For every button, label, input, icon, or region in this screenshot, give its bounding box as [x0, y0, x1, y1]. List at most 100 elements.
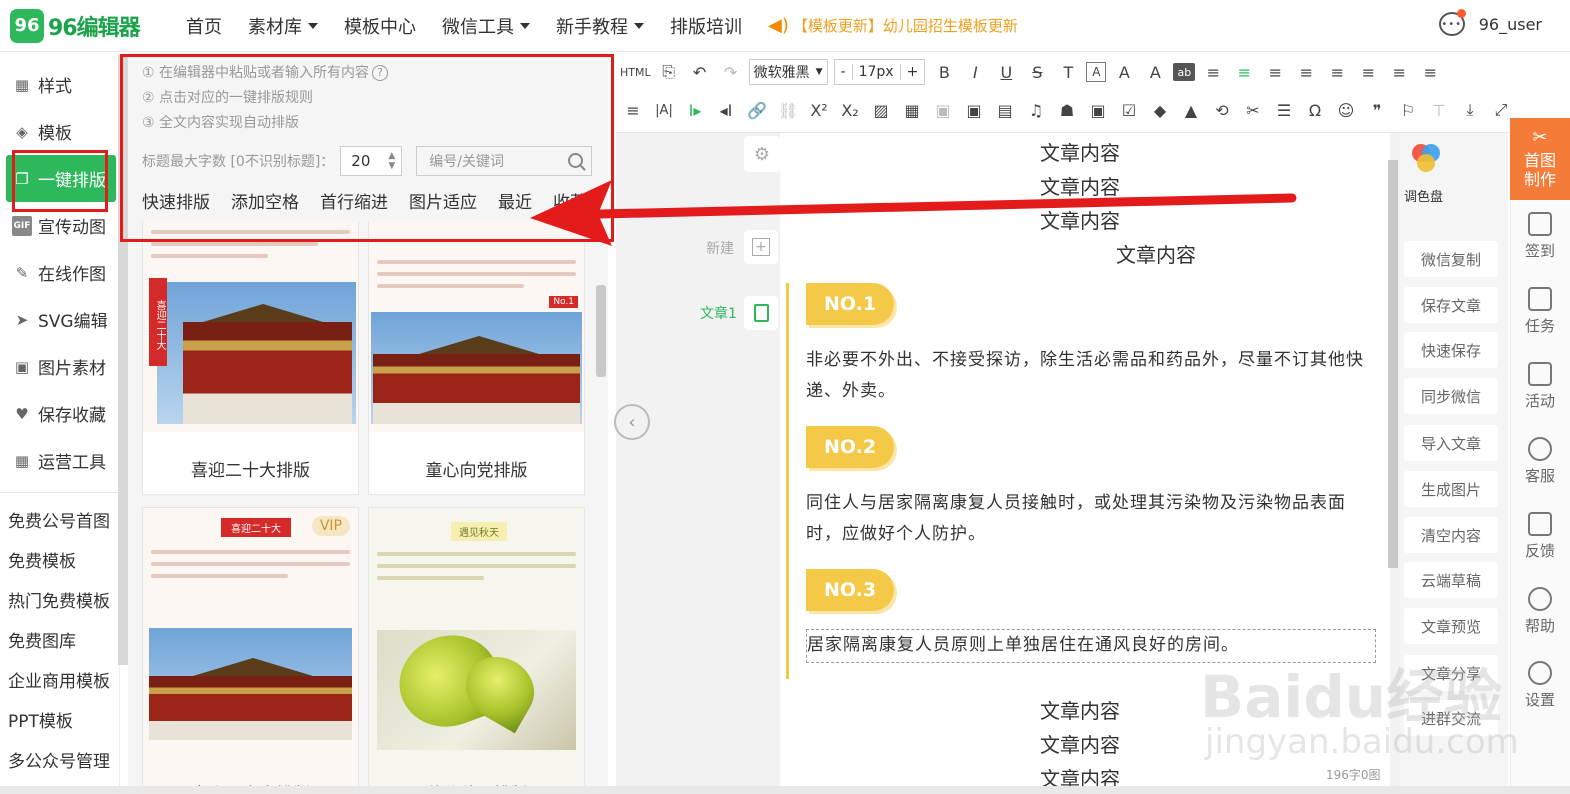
clear-format-icon[interactable]: ✂	[1240, 96, 1266, 124]
collapse-panel-button[interactable]: ‹	[614, 404, 650, 440]
task-button[interactable]: 任务	[1510, 287, 1570, 336]
user-menu[interactable]: ••• 96_user	[1438, 9, 1542, 36]
new-article-button[interactable]: +	[744, 230, 778, 264]
checkin-button[interactable]: 签到	[1510, 212, 1570, 261]
indent-out-icon[interactable]: ◂I	[713, 96, 739, 124]
subscript-icon[interactable]: X₂	[837, 96, 863, 124]
sidebar-item-templates[interactable]: ◈ 模板	[0, 108, 119, 155]
activity-button[interactable]: 活动	[1510, 362, 1570, 411]
font-size-stepper[interactable]: - 17px +	[833, 59, 926, 85]
format-painter-icon[interactable]: ▲	[1178, 96, 1204, 124]
sidebar-item-favorites[interactable]: ♥ 保存收藏	[0, 390, 119, 437]
tab-favorites[interactable]: 收藏	[553, 188, 587, 213]
generate-image-button[interactable]: 生成图片	[1404, 471, 1498, 507]
help-button[interactable]: 帮助	[1510, 587, 1570, 636]
sidebar-item-styles[interactable]: ▦ 样式	[0, 61, 119, 108]
nav-tutorial[interactable]: 新手教程	[556, 13, 644, 39]
paste-icon[interactable]: ⎘	[656, 58, 682, 86]
sidebar-link-hot-templates[interactable]: 热门免费模板	[0, 579, 119, 619]
template-card[interactable]: 喜迎二十大 喜迎二十大排版	[142, 221, 359, 495]
article-preview-button[interactable]: 文章预览	[1404, 608, 1498, 644]
align-justify-icon[interactable]: ≡	[1293, 58, 1319, 86]
tab-image-fit[interactable]: 图片适应	[409, 188, 477, 213]
sidebar-item-ops-tools[interactable]: ▦ 运营工具	[0, 437, 119, 484]
font-color-icon[interactable]: A	[1111, 58, 1137, 86]
image-icon[interactable]: ▣	[961, 96, 987, 124]
sidebar-link-business-templates[interactable]: 企业商用模板	[0, 659, 119, 699]
special-char-icon[interactable]: Ω	[1302, 96, 1328, 124]
search-icon[interactable]	[568, 153, 584, 168]
stepper-arrows-icon[interactable]: ▲ ▼	[388, 151, 395, 171]
sidebar-link-ppt[interactable]: PPT模板	[0, 699, 119, 739]
line-height-icon[interactable]: ≡	[1355, 58, 1381, 86]
bottom-scrollbar[interactable]	[0, 786, 1570, 794]
flag-icon[interactable]: ⚐	[1395, 96, 1421, 124]
indent-in-icon[interactable]: I▸	[682, 96, 708, 124]
video-icon[interactable]: ▤	[992, 96, 1018, 124]
eraser-icon[interactable]: ◆	[1147, 96, 1173, 124]
feedback-button[interactable]: 反馈	[1510, 512, 1570, 561]
link-icon[interactable]: 🔗	[744, 96, 770, 124]
superscript-icon[interactable]: X²	[806, 96, 832, 124]
logo[interactable]: 96 96编辑器	[10, 8, 160, 43]
cover-maker-button[interactable]: ✂ 首图 制作	[1510, 118, 1570, 200]
tab-first-indent[interactable]: 首行缩进	[320, 188, 388, 213]
paragraph-spacing-icon[interactable]: ≡	[1386, 58, 1412, 86]
settings-button[interactable]: 设置	[1510, 661, 1570, 710]
font-family-select[interactable]: 微软雅黑 ▼	[748, 59, 828, 85]
quote-icon[interactable]: ❞	[1364, 96, 1390, 124]
sidebar-link-free-gallery[interactable]: 免费图库	[0, 619, 119, 659]
save-article-button[interactable]: 保存文章	[1404, 287, 1498, 323]
italic-icon[interactable]: I	[962, 58, 988, 86]
editor-scrollbar[interactable]	[1388, 160, 1398, 568]
increase-icon[interactable]: +	[899, 64, 925, 80]
ordered-list-icon[interactable]: ≡	[620, 96, 646, 124]
redo-icon[interactable]: ↷	[718, 58, 744, 86]
wechat-copy-button[interactable]: 微信复制	[1404, 241, 1498, 277]
emoji-icon[interactable]: ☺	[1333, 96, 1359, 124]
palette-label[interactable]: 调色盘	[1404, 186, 1443, 205]
template-card[interactable]: 喜迎二十大 VIP 喜迎二十大排版	[142, 507, 359, 794]
template-card[interactable]: 遇见秋天 秋分秋天排版	[368, 507, 585, 794]
announcement[interactable]: ◀) 【模板更新】幼儿园招生模板更新	[768, 15, 1018, 36]
quick-save-button[interactable]: 快速保存	[1404, 332, 1498, 368]
tab-quick-layout[interactable]: 快速排版	[142, 188, 210, 213]
to-top-icon[interactable]: ⊤	[1426, 96, 1452, 124]
palette-icon[interactable]	[1406, 140, 1444, 180]
image-placeholder-icon[interactable]: ▣	[930, 96, 956, 124]
background-icon[interactable]: ▨	[868, 96, 894, 124]
letter-spacing-icon[interactable]: |A|	[651, 96, 677, 124]
import-article-button[interactable]: 导入文章	[1404, 425, 1498, 461]
article-label[interactable]: 文章1	[700, 303, 737, 323]
table-icon[interactable]: ▦	[899, 96, 925, 124]
template-search-input[interactable]: 编号/关键词	[416, 146, 593, 176]
to-bottom-icon[interactable]: ⤓	[1457, 96, 1483, 124]
underline-icon[interactable]: U	[993, 58, 1019, 86]
sidebar-link-free-cover[interactable]: 免费公号首图	[0, 499, 119, 539]
text-format-icon[interactable]: T	[1055, 58, 1081, 86]
sync-wechat-button[interactable]: 同步微信	[1404, 378, 1498, 414]
map-icon[interactable]: ☗	[1054, 96, 1080, 124]
cloud-draft-button[interactable]: 云端草稿	[1404, 562, 1498, 598]
nav-training[interactable]: 排版培训	[670, 13, 742, 39]
sidebar-link-multi-account[interactable]: 多公众号管理	[0, 739, 119, 779]
strikethrough-icon[interactable]: S	[1024, 58, 1050, 86]
tab-recent[interactable]: 最近	[498, 188, 532, 213]
tab-add-space[interactable]: 添加空格	[231, 188, 299, 213]
nav-wechat-tools[interactable]: 微信工具	[442, 13, 530, 39]
sidebar-link-free-templates[interactable]: 免费模板	[0, 539, 119, 579]
gear-icon[interactable]: ⚙	[744, 136, 780, 172]
music-icon[interactable]: ♫	[1023, 96, 1049, 124]
font-effect-icon[interactable]: A	[1142, 58, 1168, 86]
chat-icon[interactable]: •••	[1438, 9, 1466, 36]
panel-scrollbar[interactable]	[596, 285, 606, 377]
checklist-icon[interactable]: ☑	[1116, 96, 1142, 124]
clear-content-button[interactable]: 清空内容	[1404, 517, 1498, 553]
sidebar-scrollbar[interactable]	[118, 55, 128, 665]
sidebar-item-online-draw[interactable]: ✎ 在线作图	[0, 249, 119, 296]
align-right-icon[interactable]: ≡	[1262, 58, 1288, 86]
divider-icon[interactable]: ☰	[1271, 96, 1297, 124]
help-icon[interactable]: ?	[372, 65, 389, 81]
unlink-icon[interactable]: ⛓	[775, 96, 801, 124]
indent-icon[interactable]: ≡	[1417, 58, 1443, 86]
